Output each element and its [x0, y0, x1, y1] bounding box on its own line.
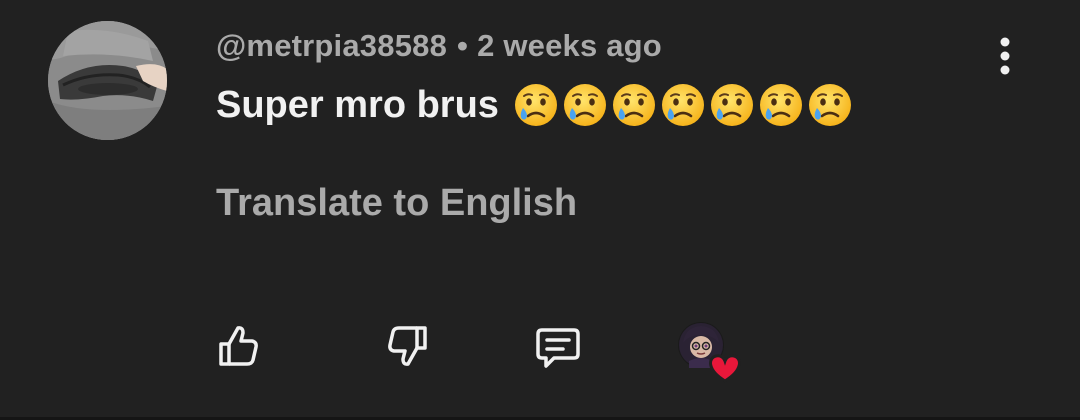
comment-body: Super mro brus [216, 82, 853, 128]
more-options-button[interactable] [990, 36, 1020, 78]
creator-heart-badge [677, 321, 745, 383]
heart-icon [709, 354, 741, 383]
crying-face-emojis [513, 82, 853, 128]
comment-header: @metrpia38588 • 2 weeks ago [216, 28, 662, 64]
crying-face-icon [710, 84, 753, 126]
translate-link[interactable]: Translate to English [216, 182, 577, 225]
dislike-button[interactable] [384, 320, 432, 372]
crying-face-icon [612, 84, 655, 126]
reply-button[interactable] [534, 320, 582, 372]
crying-face-icon [759, 84, 802, 126]
thumbs-down-icon [388, 326, 427, 366]
crying-face-icon [808, 84, 851, 126]
crying-face-icon [563, 84, 606, 126]
separator-dot: • [457, 28, 469, 63]
reply-comment-icon [536, 328, 580, 368]
crying-face-icon [514, 84, 557, 126]
vertical-ellipsis-icon [1000, 37, 1010, 75]
comment-text: Super mro brus [216, 83, 499, 126]
thumbs-up-icon [219, 326, 258, 366]
like-button[interactable] [214, 320, 262, 372]
username[interactable]: @metrpia38588 [216, 28, 447, 63]
timestamp: 2 weeks ago [477, 28, 662, 63]
user-avatar[interactable] [48, 21, 167, 140]
crying-face-icon [661, 84, 704, 126]
